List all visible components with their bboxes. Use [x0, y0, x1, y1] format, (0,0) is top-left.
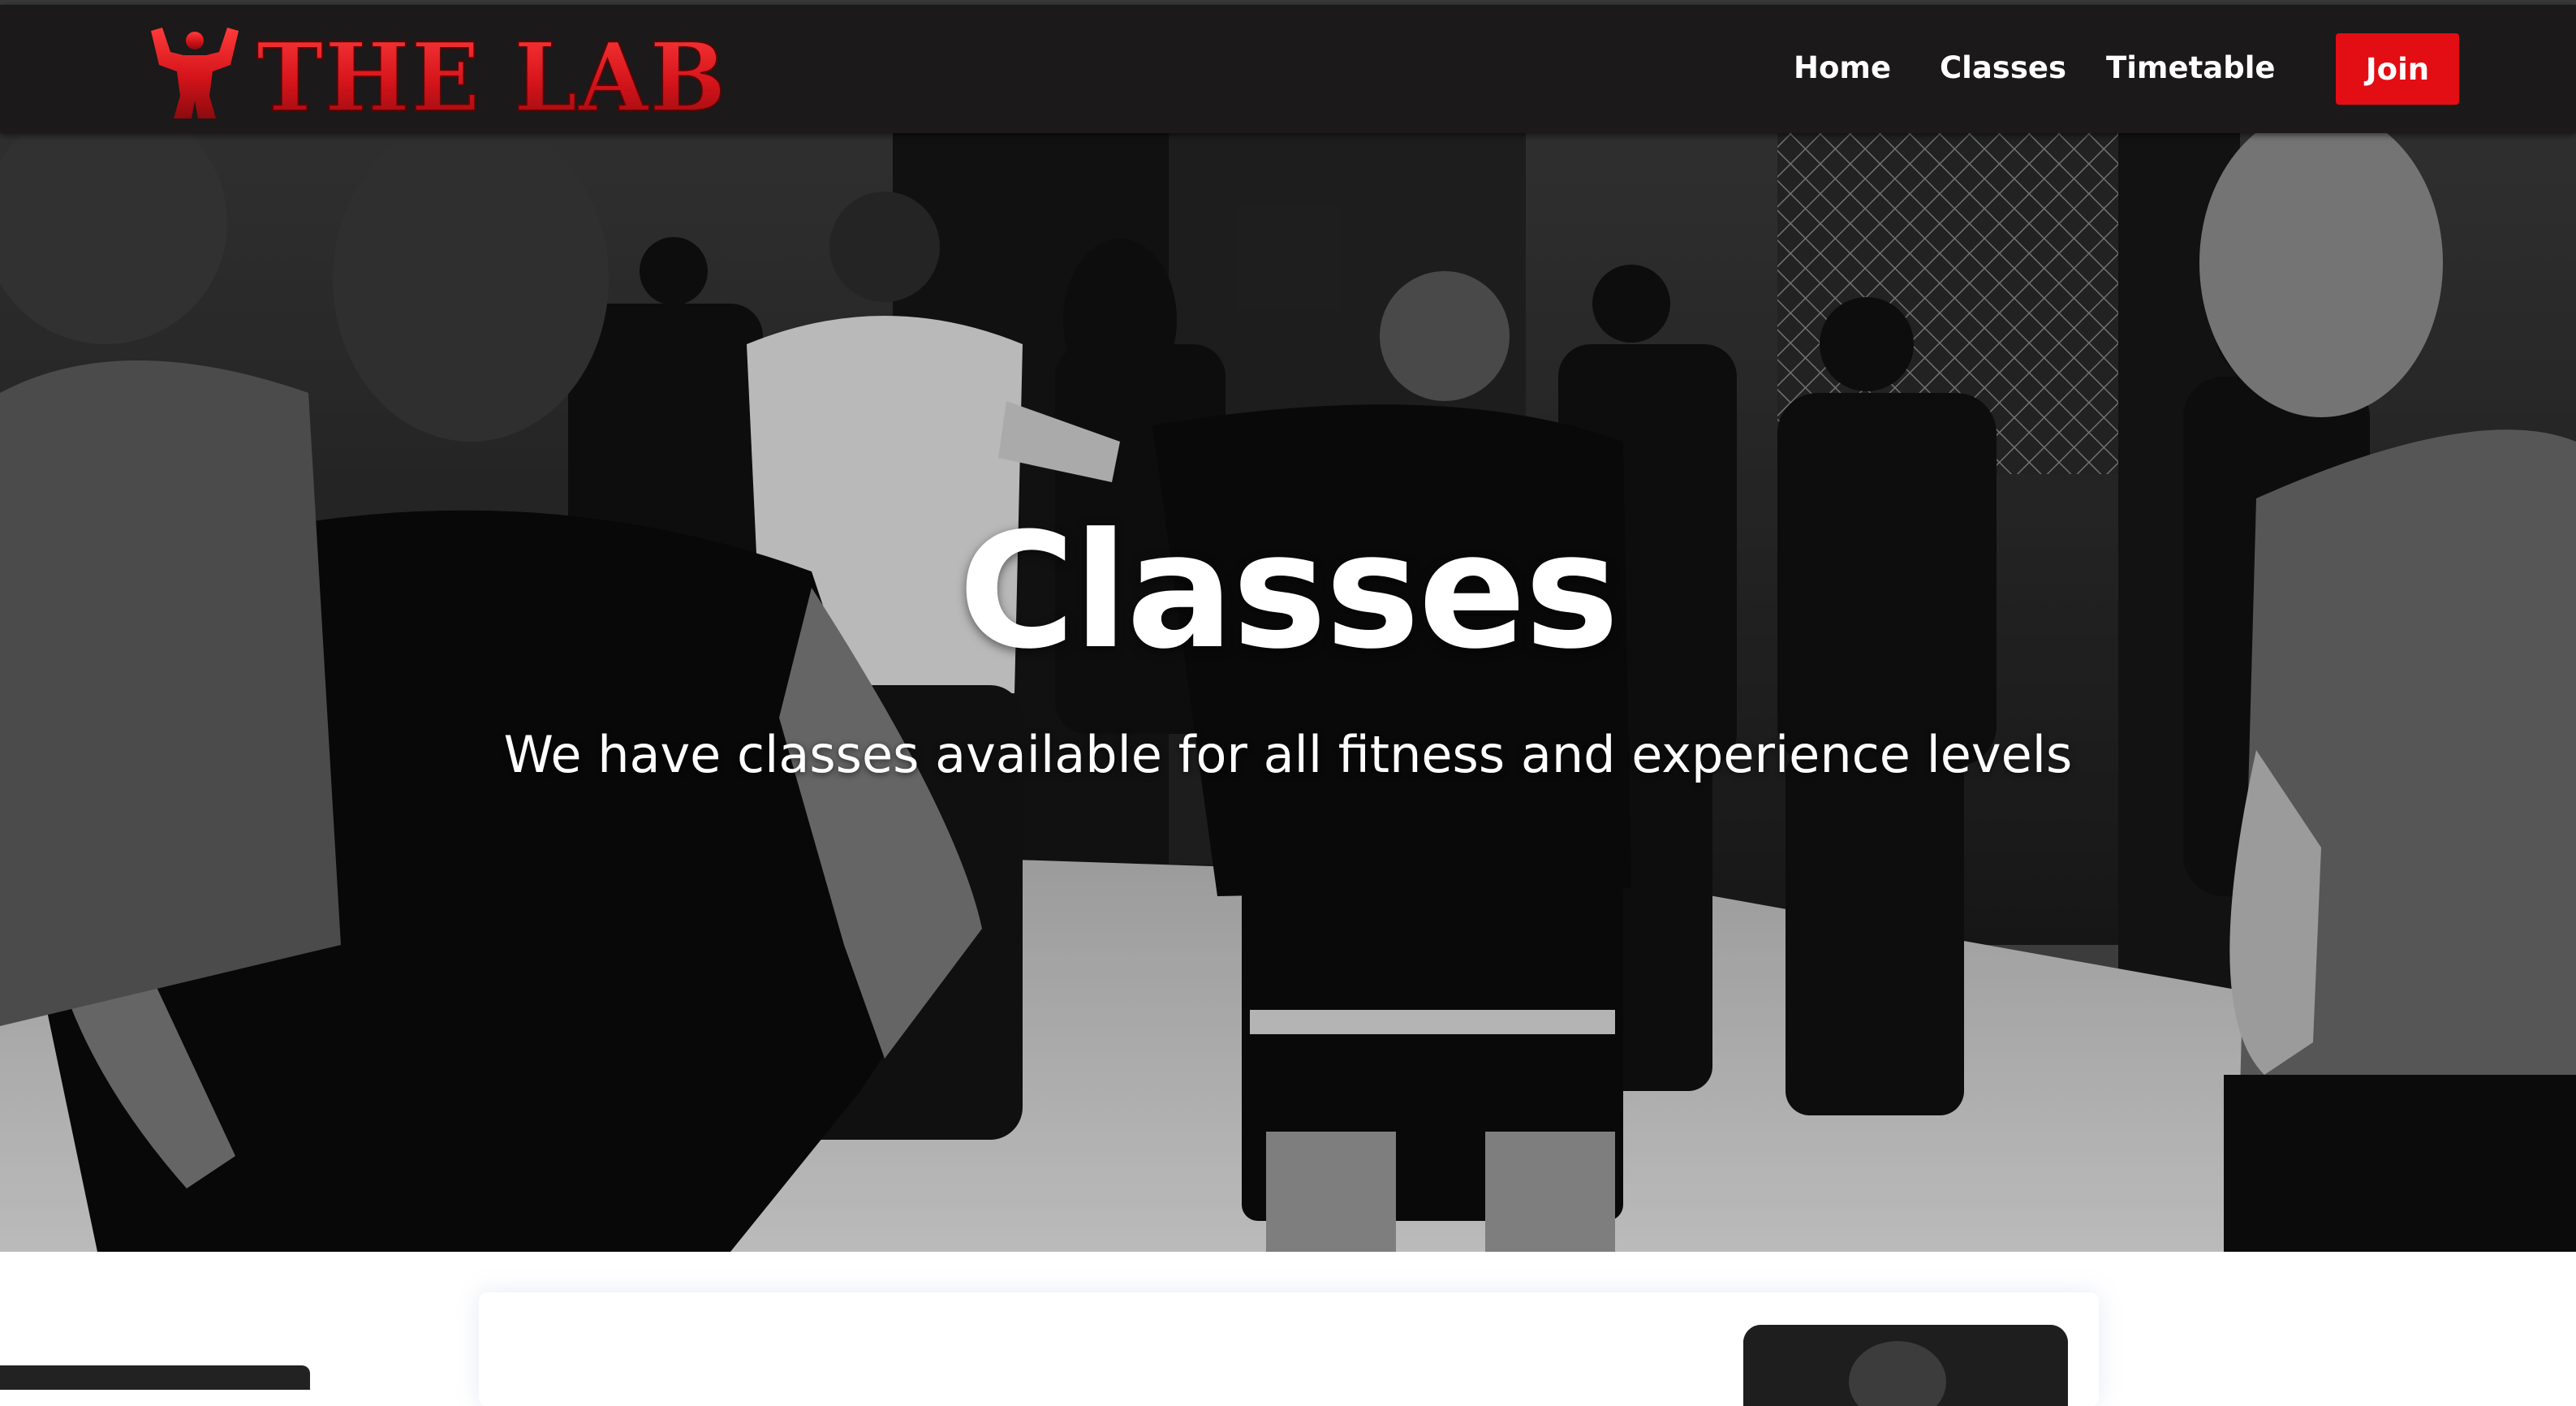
nav-link-timetable[interactable]: Timetable — [2106, 50, 2276, 86]
hero-dim-overlay — [0, 133, 2576, 1252]
nav-link-home[interactable]: Home — [1794, 50, 1891, 86]
flexing-figure-icon — [151, 28, 239, 119]
class-thumbnail-image[interactable] — [1743, 1325, 2068, 1406]
join-button[interactable]: Join — [2336, 33, 2459, 105]
brand-logo[interactable]: THE LAB — [148, 23, 732, 125]
page-title: Classes — [958, 499, 1619, 684]
hero-subtitle: We have classes available for all fitnes… — [503, 725, 2073, 784]
nav-link-classes[interactable]: Classes — [1940, 50, 2066, 86]
top-navbar: THE LAB Home Classes Timetable Join — [0, 5, 2576, 133]
hero-banner: Classes We have classes available for al… — [0, 133, 2576, 1252]
browser-status-bar — [0, 1365, 310, 1390]
svg-text:THE LAB: THE LAB — [256, 23, 727, 125]
thumbnail-photo — [1743, 1325, 2068, 1406]
